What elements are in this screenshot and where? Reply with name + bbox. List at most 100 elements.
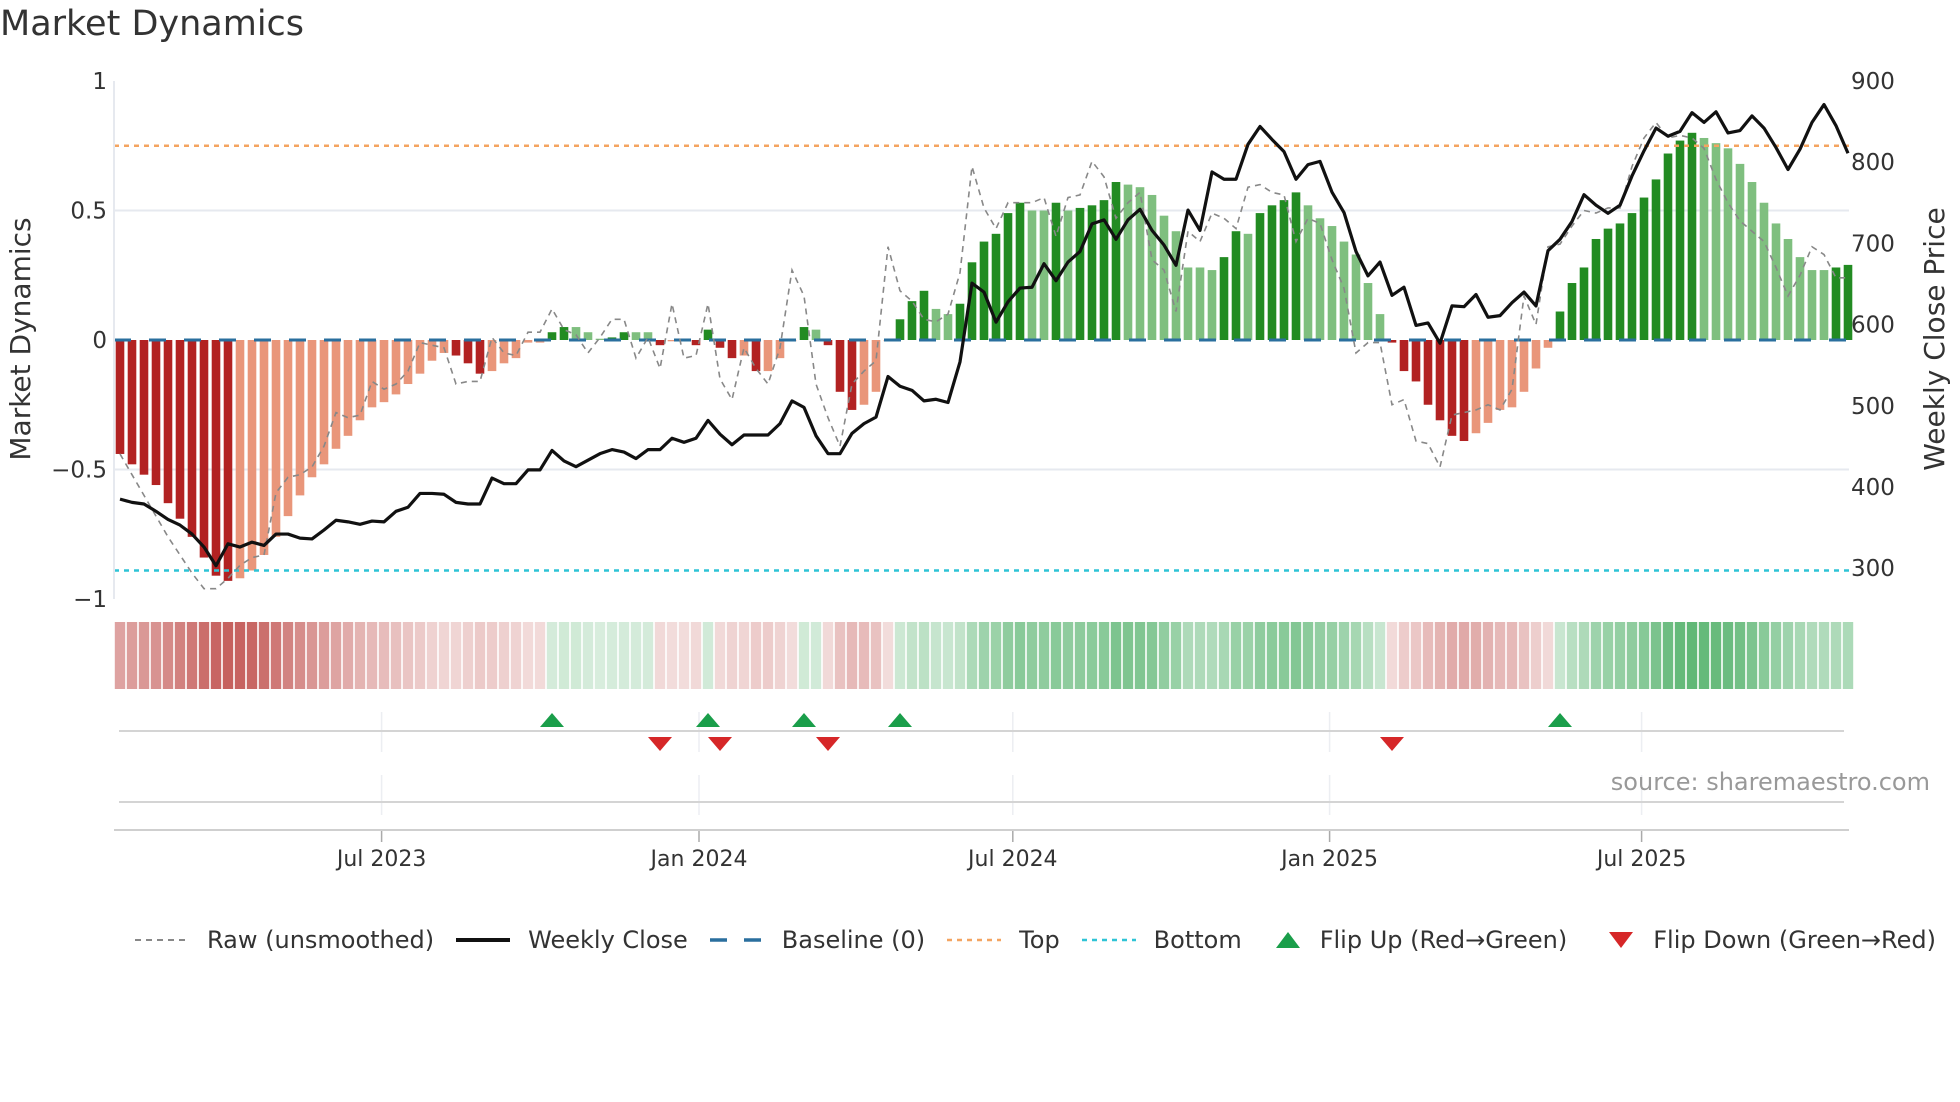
- strip-cell: [114, 622, 126, 689]
- strip-cell: [318, 622, 330, 689]
- histogram-bar: [595, 338, 605, 340]
- strip-cell: [954, 622, 966, 689]
- y2-tick-label: 900: [1851, 69, 1895, 95]
- strip-cell: [126, 622, 138, 689]
- y2-tick-label: 800: [1851, 150, 1895, 176]
- long-dash-line-icon: [709, 938, 764, 942]
- source-credit: source: sharemaestro.com: [1610, 768, 1930, 796]
- histogram-bar: [1591, 238, 1601, 340]
- histogram-bar: [1039, 210, 1049, 340]
- histogram-bar: [931, 308, 941, 340]
- histogram-bar: [199, 340, 209, 558]
- strip-cell: [1386, 622, 1398, 689]
- histogram-bar: [1627, 213, 1637, 340]
- histogram-bar: [1519, 340, 1529, 392]
- series-lines: [119, 102, 1850, 590]
- strip-cell: [1410, 622, 1422, 689]
- dashed-line-icon: [135, 939, 189, 941]
- histogram-bar: [1303, 205, 1313, 340]
- histogram-bar: [1399, 340, 1409, 372]
- strip-cell: [906, 622, 918, 689]
- legend-label: Baseline (0): [781, 926, 926, 954]
- y2-tick-label: 600: [1851, 313, 1895, 339]
- strip-cell: [882, 622, 894, 689]
- histogram-bar: [703, 329, 713, 340]
- strip-cell: [798, 622, 810, 689]
- strip-cell: [870, 622, 882, 689]
- histogram-bar: [1291, 192, 1301, 340]
- legend-item-flip-down: Flip Down (Green→Red): [1607, 926, 1936, 954]
- strip-cell: [1710, 622, 1722, 689]
- histogram-bar: [415, 340, 425, 374]
- strip-cell: [1446, 622, 1458, 689]
- strip-cell: [174, 622, 186, 689]
- strip-cell: [342, 622, 354, 689]
- strip-cell: [1782, 622, 1794, 689]
- strip-cell: [1434, 622, 1446, 689]
- y2-tick-label: 400: [1851, 475, 1895, 501]
- triangle-down-icon: [1609, 932, 1634, 948]
- strip-cell: [246, 622, 258, 689]
- strip-cell: [522, 622, 534, 689]
- strip-cell: [354, 622, 366, 689]
- histogram-bar: [1075, 207, 1085, 340]
- strip-cell: [1002, 622, 1014, 689]
- flip-down-marker: [648, 737, 672, 751]
- strip-cell: [918, 622, 930, 689]
- histogram-bar: [1807, 270, 1817, 340]
- y2-tick-label: 700: [1851, 231, 1895, 257]
- strip-cell: [558, 622, 570, 689]
- legend-label: Bottom: [1153, 926, 1242, 954]
- flip-markers: [114, 712, 1849, 831]
- flip-down-marker: [708, 737, 732, 751]
- strip-cell: [1734, 622, 1746, 689]
- histogram-bar: [1735, 163, 1745, 340]
- strip-cell: [966, 622, 978, 689]
- histogram-bar: [1687, 132, 1697, 340]
- strip-cell: [1482, 622, 1494, 689]
- strip-cell: [1770, 622, 1782, 689]
- histogram-bar: [499, 340, 509, 364]
- histogram-bar: [1231, 231, 1241, 340]
- histogram-bar: [1159, 215, 1169, 340]
- histogram-bar: [1615, 223, 1625, 340]
- strip-cell: [1086, 622, 1098, 689]
- histogram-bar: [1495, 340, 1505, 410]
- strip-cell: [150, 622, 162, 689]
- histogram-bar: [235, 340, 245, 579]
- strip-cell: [930, 622, 942, 689]
- strip-cell: [1278, 622, 1290, 689]
- x-tick-label: Jul 2023: [335, 847, 427, 872]
- histogram-bar: [943, 314, 953, 340]
- strip-cell: [546, 622, 558, 689]
- histogram-bar: [1147, 194, 1157, 340]
- strip-cell: [510, 622, 522, 689]
- strip-cell: [1674, 622, 1686, 689]
- strip-cell: [1302, 622, 1314, 689]
- histogram-bar: [1027, 210, 1037, 340]
- strip-cell: [1566, 622, 1578, 689]
- flip-down-marker: [816, 737, 840, 751]
- strip-cell: [1194, 622, 1206, 689]
- strip-cell: [1050, 622, 1062, 689]
- strip-cell: [498, 622, 510, 689]
- strip-cell: [1746, 622, 1758, 689]
- histogram-bar: [1447, 340, 1457, 436]
- strip-cell: [762, 622, 774, 689]
- strip-cell: [1662, 622, 1674, 689]
- strip-cell: [474, 622, 486, 689]
- strip-cell: [282, 622, 294, 689]
- histogram-bar: [1255, 213, 1265, 340]
- strip-cell: [402, 622, 414, 689]
- flip-up-marker: [792, 713, 816, 727]
- strip-cell: [1338, 622, 1350, 689]
- strip-cell: [234, 622, 246, 689]
- strip-cell: [1842, 622, 1854, 689]
- strip-cell: [1542, 622, 1554, 689]
- histogram-bar: [871, 340, 881, 392]
- strip-cell: [1026, 622, 1038, 689]
- strip-cell: [606, 622, 618, 689]
- strip-cell: [894, 622, 906, 689]
- histogram-bar: [1651, 179, 1661, 340]
- legend-item-bottom: Bottom: [1080, 926, 1242, 954]
